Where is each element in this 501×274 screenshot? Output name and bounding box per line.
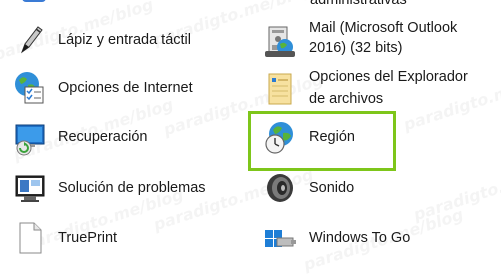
item-label: administrativas xyxy=(310,0,407,8)
item-label: Opciones de Internet xyxy=(58,80,193,96)
control-panel-item-sound[interactable]: Sonido xyxy=(250,168,500,208)
item-label-line1: Mail (Microsoft Outlook xyxy=(309,20,458,36)
control-panel-item-troubleshooting[interactable]: Solución de problemas xyxy=(0,168,240,208)
admin-tools-icon xyxy=(264,0,296,2)
mail-icon xyxy=(263,23,295,57)
blank-document-icon xyxy=(16,221,48,254)
partial-top-icon xyxy=(18,0,50,6)
control-panel-item-recovery[interactable]: Recuperación xyxy=(0,118,240,158)
control-panel-item-mail[interactable]: Mail (Microsoft Outlook 2016) (32 bits) xyxy=(250,18,500,64)
speaker-icon xyxy=(264,172,296,204)
control-panel-item-file-explorer-options[interactable]: Opciones del Explorador de archivos xyxy=(250,66,500,112)
item-label: Lápiz y entrada táctil xyxy=(58,32,191,48)
control-panel-item-admin-tools[interactable]: administrativas xyxy=(250,0,500,8)
item-label-line2: 2016) (32 bits) xyxy=(309,40,403,56)
globe-checklist-icon xyxy=(13,71,45,104)
item-label: Windows To Go xyxy=(309,230,411,246)
control-panel-item-internet-options[interactable]: Opciones de Internet xyxy=(0,68,240,108)
item-label: Solución de problemas xyxy=(58,180,206,196)
item-label-line2: de archivos xyxy=(309,91,384,107)
recovery-monitor-icon xyxy=(13,122,45,156)
folder-options-icon xyxy=(264,72,296,105)
item-label: Sonido xyxy=(309,180,355,196)
control-panel-item-pen-touch[interactable]: Lápiz y entrada táctil xyxy=(0,20,240,60)
item-label: TruePrint xyxy=(58,230,118,246)
troubleshoot-icon xyxy=(14,172,46,204)
item-label-line1: Opciones del Explorador xyxy=(309,69,468,85)
item-label: Recuperación xyxy=(58,129,148,145)
control-panel-item-trueprint[interactable]: TruePrint xyxy=(0,218,240,258)
control-panel-item-region[interactable]: Región xyxy=(250,118,395,158)
item-label: Región xyxy=(309,129,355,145)
globe-clock-icon xyxy=(263,121,295,154)
usb-drive-icon xyxy=(263,222,296,254)
pen-icon xyxy=(14,24,46,56)
control-panel-item-windows-to-go[interactable]: Windows To Go xyxy=(250,218,500,258)
